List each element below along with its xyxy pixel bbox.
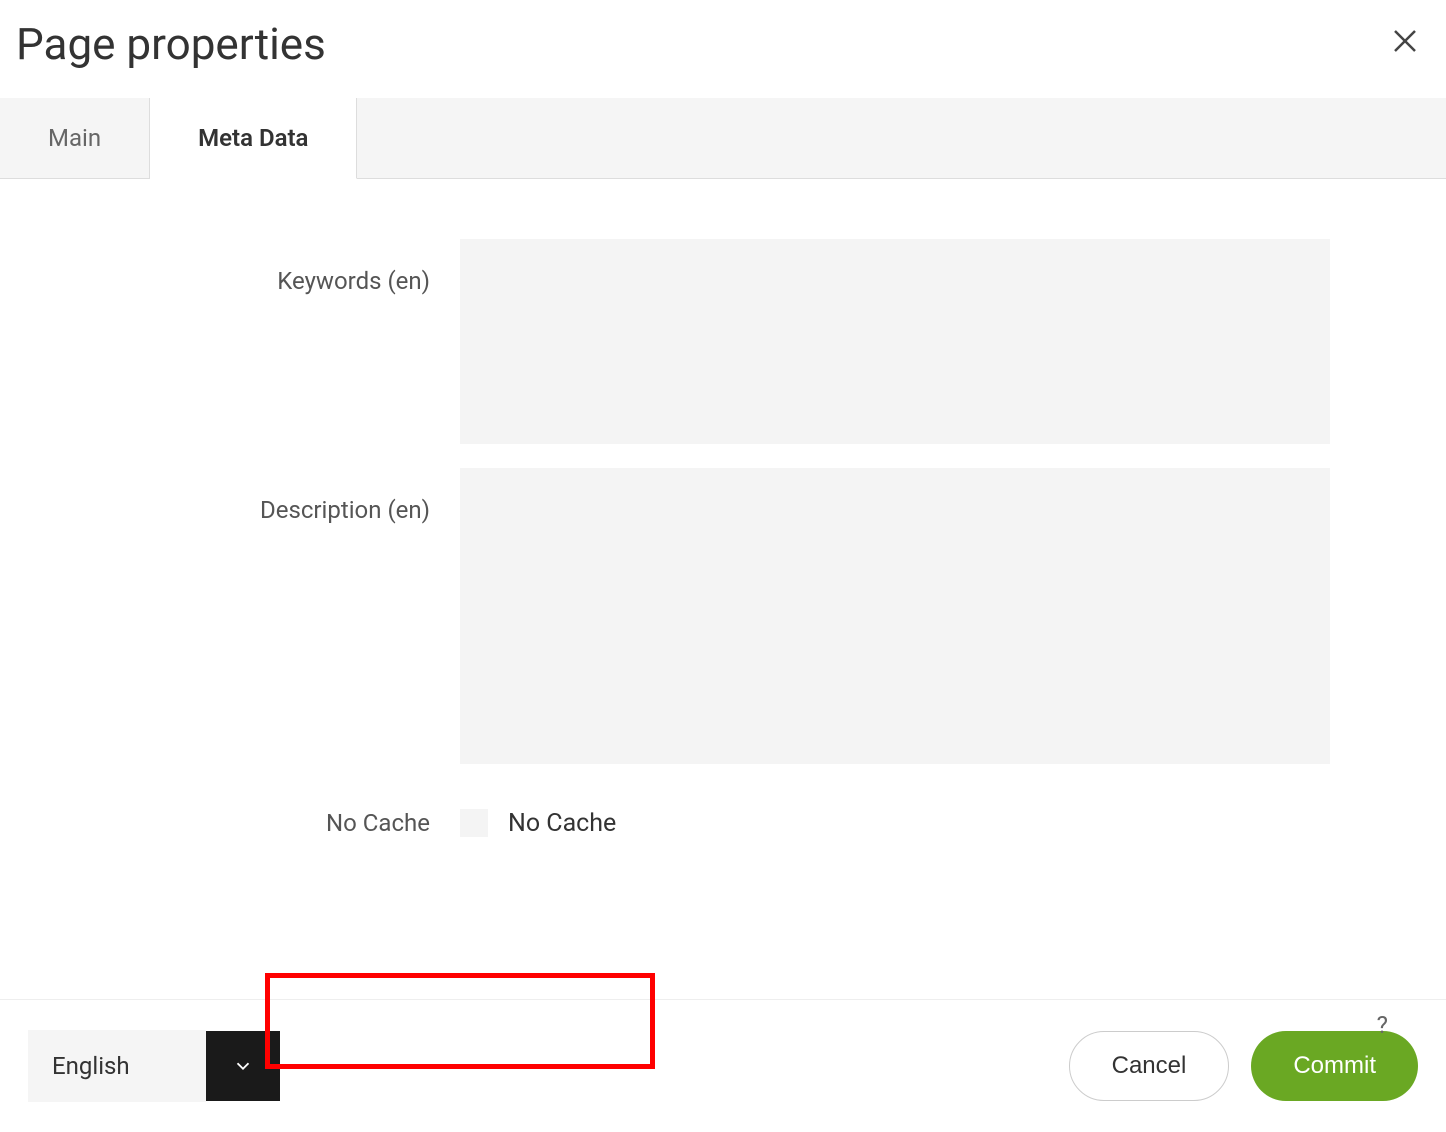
keywords-input[interactable] (460, 239, 1330, 444)
keywords-row: Keywords (en) (40, 239, 1406, 448)
form-content: Keywords (en) Description (en) No Cache … (0, 179, 1446, 999)
keywords-label: Keywords (en) (40, 239, 460, 448)
commit-button[interactable]: Commit (1251, 1031, 1418, 1101)
chevron-down-icon (232, 1055, 254, 1077)
description-row: Description (en) (40, 468, 1406, 768)
cancel-button[interactable]: Cancel (1069, 1031, 1230, 1101)
description-label: Description (en) (40, 468, 460, 768)
language-dropdown-button[interactable] (206, 1031, 280, 1101)
no-cache-checkbox[interactable] (460, 809, 488, 837)
keywords-input-wrap (460, 239, 1330, 448)
no-cache-group: No Cache (460, 788, 616, 858)
tab-meta-data[interactable]: Meta Data (150, 98, 357, 179)
page-properties-dialog: Page properties Main Meta Data Keywords … (0, 0, 1446, 1132)
language-selector: English (28, 1030, 280, 1102)
no-cache-label: No Cache (40, 788, 460, 858)
close-button[interactable] (1386, 22, 1424, 66)
description-input-wrap (460, 468, 1330, 768)
close-icon (1390, 26, 1420, 56)
tab-bar: Main Meta Data (0, 98, 1446, 179)
description-input[interactable] (460, 468, 1330, 764)
no-cache-row: No Cache No Cache (40, 788, 1406, 858)
help-button[interactable]: ? (1377, 1011, 1388, 1039)
dialog-header: Page properties (0, 0, 1446, 98)
no-cache-checkbox-label: No Cache (508, 809, 616, 838)
tab-main[interactable]: Main (0, 98, 150, 178)
language-selected: English (28, 1030, 206, 1102)
footer-actions: Cancel Commit (1069, 1031, 1418, 1101)
dialog-title: Page properties (16, 18, 326, 70)
dialog-footer: English Cancel Commit (0, 999, 1446, 1132)
